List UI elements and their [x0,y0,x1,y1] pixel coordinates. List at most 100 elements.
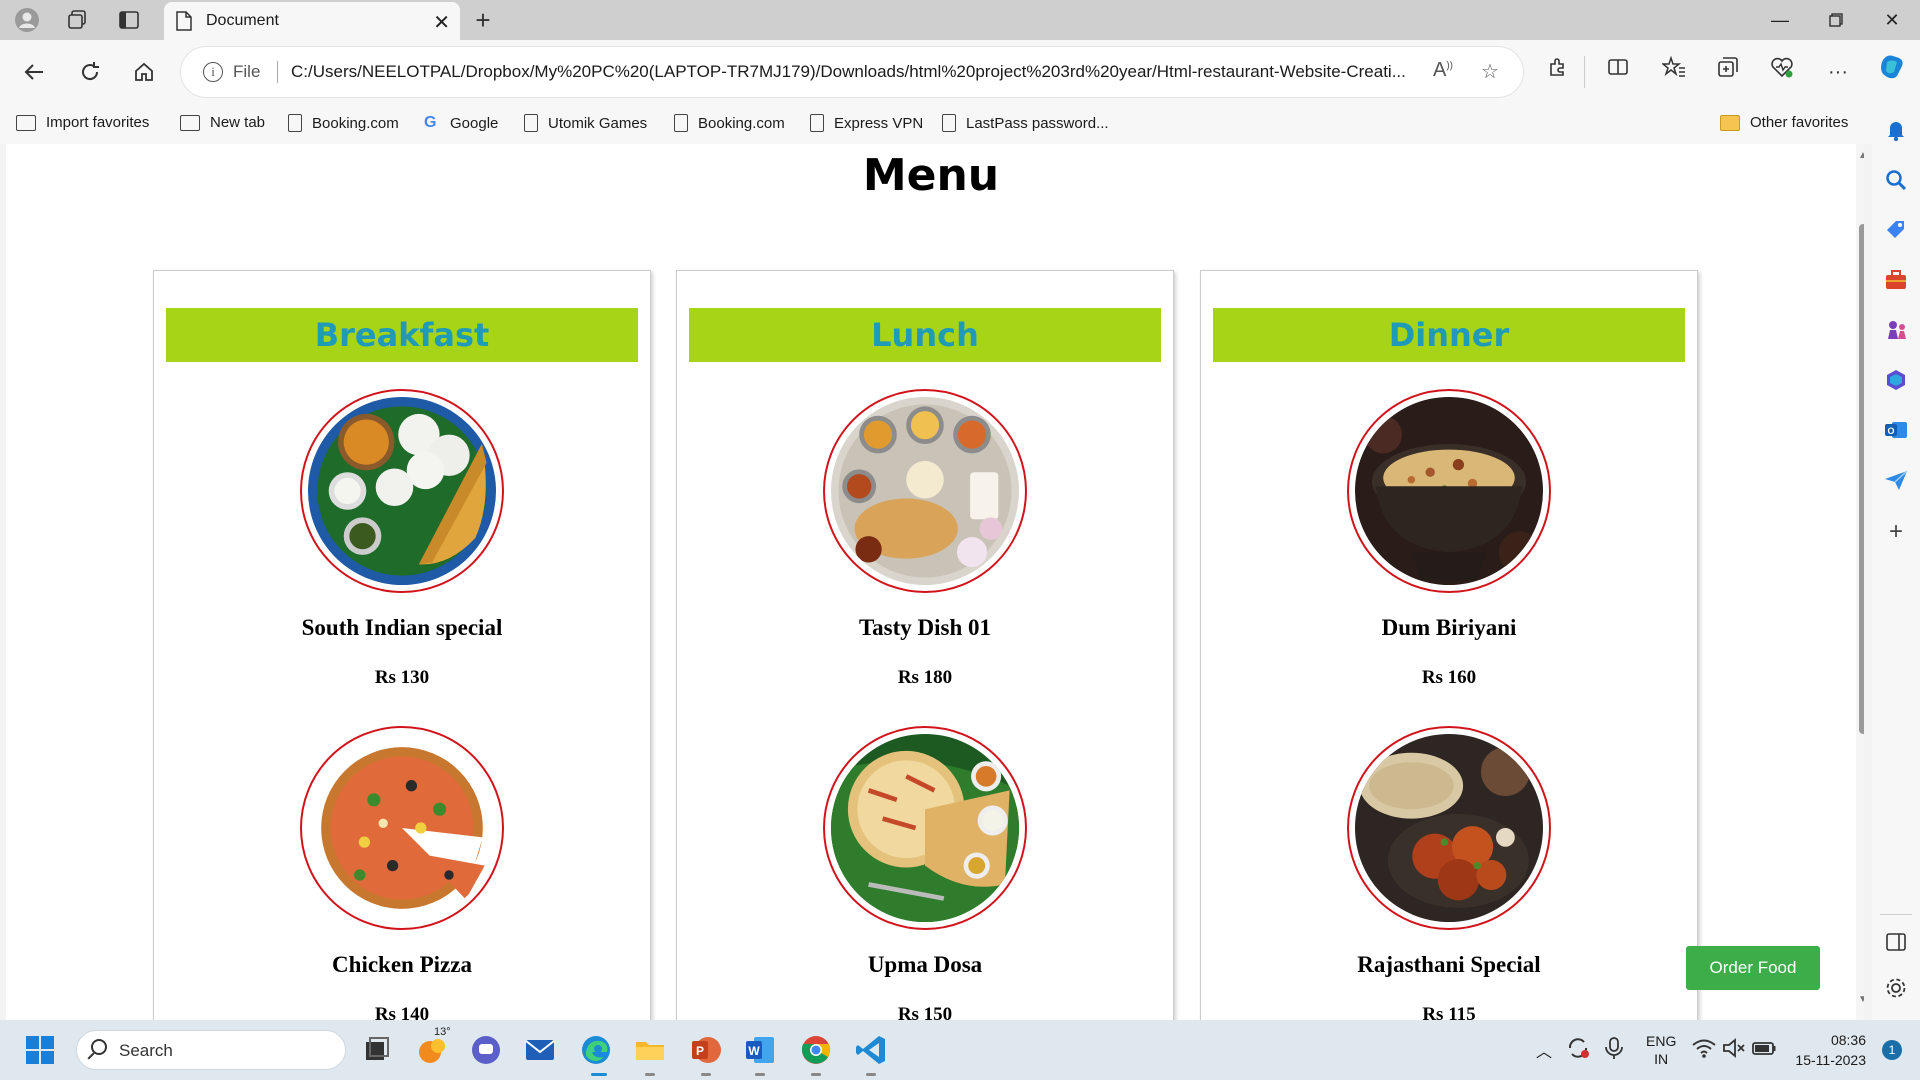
file-explorer-icon[interactable] [632,1032,668,1068]
section-heading: Dinner [1213,308,1685,362]
edge-sidebar: O + [1872,104,1920,1020]
extensions-icon[interactable] [1542,56,1574,88]
vscode-icon[interactable] [853,1032,889,1068]
address-bar[interactable]: i File C:/Users/NEELOTPAL/Dropbox/My%20P… [180,46,1524,98]
browser-essentials-icon[interactable] [1766,56,1798,88]
fav-express-vpn[interactable]: Express VPN [810,114,923,132]
language-indicator[interactable]: ENG IN [1646,1032,1676,1068]
send-drop-icon[interactable] [1882,466,1910,494]
workspaces-icon[interactable] [62,5,92,35]
dish-name: Dum Biriyani [1381,615,1517,640]
favorites-bar: Import favorites New tab Booking.com G G… [0,104,1920,144]
menu-card-lunch: Lunch Tasty Dish 01 Rs 180 Upma Dosa Rs … [676,270,1174,1020]
volume-muted-icon[interactable] [1720,1034,1748,1062]
close-window-button[interactable]: ✕ [1864,4,1920,36]
show-hidden-icons-chevron-icon[interactable]: ︿ [1536,1038,1552,1062]
profile-icon[interactable] [12,5,42,35]
fav-lastpass[interactable]: LastPass password... [942,114,1109,132]
address-url[interactable]: C:/Users/NEELOTPAL/Dropbox/My%20PC%20(LA… [291,62,1411,82]
clock-date: 15-11-2023 [1795,1052,1866,1068]
page-icon [942,114,956,132]
restore-button[interactable] [1808,4,1864,36]
scroll-up-arrow-icon[interactable]: ▲ [1858,150,1864,161]
search-icon[interactable] [1882,166,1910,194]
word-icon[interactable]: W [742,1032,778,1068]
page-icon [810,114,824,132]
fav-new-tab[interactable]: New tab [180,114,265,131]
info-icon[interactable]: i [203,62,223,82]
dish-image-south-indian-special [300,389,504,593]
fav-label: Utomik Games [548,114,648,132]
dish-price: Rs 180 [897,667,953,688]
more-options-icon[interactable]: ··· [1822,56,1854,88]
favorites-icon[interactable] [1658,55,1690,88]
sync-status-icon[interactable] [1564,1034,1592,1062]
menu-card-breakfast: Breakfast South Indian special Rs 130 Ch… [153,270,651,1020]
notification-count-badge[interactable]: 1 [1882,1040,1902,1060]
hide-sidebar-icon[interactable] [1882,928,1910,956]
edge-browser-icon[interactable] [578,1032,614,1068]
minimize-button[interactable]: — [1752,4,1808,36]
page-icon [524,114,538,132]
edge-running-indicator [591,1073,607,1076]
page-scrollbar[interactable]: ▲ ▼ [1856,144,1864,1020]
section-heading: Lunch [689,308,1161,362]
settings-gear-icon[interactable] [1882,974,1910,1002]
teams-chat-icon[interactable] [468,1032,504,1068]
powerpoint-icon[interactable]: P [688,1032,724,1068]
add-sidebar-app-icon[interactable]: + [1882,520,1910,548]
fav-import-favorites[interactable]: Import favorites [16,114,149,131]
microsoft-365-icon[interactable] [1882,366,1910,394]
fav-booking-2[interactable]: Booking.com [674,114,785,132]
mail-icon[interactable] [522,1032,558,1068]
taskbar-search-input[interactable]: Search [76,1030,346,1070]
menu-card-dinner: Dinner Dum Biriyani Rs 160 Rajasthani Sp… [1200,270,1698,1020]
copilot-icon[interactable] [1876,52,1908,84]
microphone-icon[interactable] [1600,1034,1628,1062]
fav-google[interactable]: G Google [424,114,498,132]
vertical-tabs-icon[interactable] [114,5,144,35]
powerpoint-running-indicator [701,1073,711,1076]
svg-text:P: P [696,1044,704,1058]
notification-bell-icon[interactable] [1882,116,1910,144]
fav-utomik-games[interactable]: Utomik Games [524,114,647,132]
scroll-down-arrow-icon[interactable]: ▼ [1858,994,1864,1005]
fav-label: Google [450,114,499,132]
chrome-running-indicator [811,1073,821,1076]
browser-titlebar: Document ✕ + — ✕ [0,0,1920,40]
address-scheme: File [233,62,261,81]
wifi-icon[interactable] [1690,1034,1718,1062]
games-chess-icon[interactable] [1882,316,1910,344]
battery-icon[interactable] [1750,1034,1778,1062]
read-aloud-icon[interactable]: A)) [1433,59,1453,82]
tools-briefcase-icon[interactable] [1882,266,1910,294]
back-icon[interactable] [16,54,52,90]
scrollbar-thumb[interactable] [1859,224,1864,734]
collections-icon[interactable] [1712,56,1744,88]
home-icon[interactable] [126,54,162,90]
shopping-tag-icon[interactable] [1882,216,1910,244]
tab-document[interactable]: Document ✕ [164,2,460,40]
dish-price: Rs 130 [374,667,430,688]
page-icon [288,114,302,132]
new-tab-button[interactable]: + [468,4,498,36]
dish-price: Rs 115 [1422,1004,1476,1020]
search-icon [91,1039,107,1055]
task-view-icon[interactable] [358,1032,394,1068]
order-food-button[interactable]: Order Food [1686,946,1820,990]
dish-image-tasty-dish-01 [823,389,1027,593]
split-screen-icon[interactable] [1602,56,1634,88]
windows-start-icon[interactable] [22,1032,58,1068]
favorite-star-icon[interactable]: ☆ [1481,59,1499,84]
dish-name: Rajasthani Special [1357,952,1541,977]
fav-other-favorites[interactable]: Other favorites [1720,114,1848,131]
chrome-icon[interactable] [798,1032,834,1068]
language-code: ENG [1646,1033,1677,1049]
region-code: IN [1654,1051,1669,1067]
close-tab-icon[interactable]: ✕ [433,10,450,35]
fav-booking-1[interactable]: Booking.com [288,114,399,132]
refresh-icon[interactable] [72,54,108,90]
outlook-icon[interactable]: O [1882,416,1910,444]
weather-widget-icon[interactable]: 13° [414,1026,451,1068]
clock[interactable]: 08:36 15-11-2023 [1790,1030,1866,1070]
